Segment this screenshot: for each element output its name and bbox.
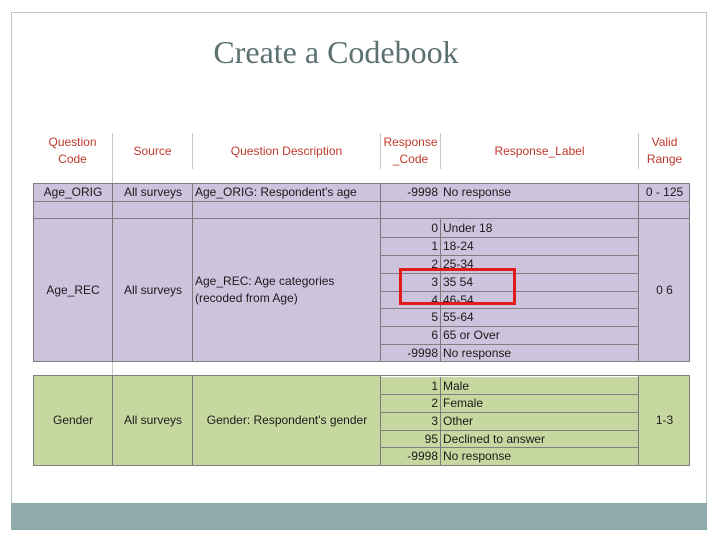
- grid-line: [440, 133, 441, 169]
- age-rec-label-6: 65 or Over: [441, 326, 639, 344]
- age-rec-code-6: 6: [381, 326, 441, 344]
- grid-line: [112, 133, 113, 169]
- gender-code-3: 95: [381, 430, 441, 447]
- age-rec-label-5: 55-64: [441, 308, 639, 326]
- grid-line: [192, 375, 193, 465]
- grid-line: [638, 183, 639, 361]
- grid-line: [638, 375, 639, 465]
- gender-label-4: No response: [441, 447, 639, 465]
- grid-line: [33, 183, 34, 361]
- gender-source: All surveys: [113, 375, 193, 465]
- grid-line: [381, 430, 639, 431]
- gender-label-3: Declined to answer: [441, 430, 639, 447]
- grid-line: [112, 183, 113, 361]
- age-rec-source: All surveys: [113, 219, 193, 361]
- header-question-description: Question Description: [230, 143, 343, 158]
- grid-line: [33, 375, 690, 376]
- grid-line: [112, 361, 113, 375]
- grid-line: [380, 183, 381, 361]
- highlight-box: [399, 268, 516, 305]
- grid-line: [112, 169, 113, 183]
- age-orig-valid-range: 0 - 125: [639, 183, 690, 201]
- grid-line: [33, 183, 690, 184]
- grid-line: [381, 308, 639, 309]
- gender-label-0: Male: [441, 377, 639, 394]
- age-orig-source: All surveys: [113, 183, 193, 201]
- age-orig-response-code: -9998: [381, 183, 441, 201]
- grid-line: [381, 394, 639, 395]
- gender-valid-range: 1-3: [639, 375, 690, 465]
- grid-line: [192, 183, 193, 361]
- grid-line: [192, 133, 193, 169]
- gender-code-1: 2: [381, 394, 441, 412]
- grid-line: [33, 375, 34, 465]
- grid-line: [33, 201, 690, 202]
- age-rec-code-7: -9998: [381, 344, 441, 361]
- grid-line: [381, 237, 639, 238]
- slide-title: Create a Codebook: [213, 34, 459, 70]
- age-rec-label-1: 18-24: [441, 237, 639, 255]
- header-response-label: Response_Label: [494, 143, 585, 158]
- gender-code-4: -9998: [381, 447, 441, 465]
- age-rec-label-0: Under 18: [441, 219, 639, 237]
- slide-footer-bar: [11, 503, 707, 530]
- age-rec-description: Age_REC: Age categories (recoded from Ag…: [193, 219, 381, 361]
- age-orig-question-code: Age_ORIG: [33, 183, 113, 201]
- gender-question-code: Gender: [33, 375, 113, 465]
- grid-line: [380, 375, 381, 465]
- gender-code-2: 3: [381, 412, 441, 430]
- header-valid-range: Valid Range: [646, 135, 683, 166]
- age-orig-spacer-row: [33, 201, 690, 218]
- grid-line: [33, 361, 690, 362]
- age-rec-label-7: No response: [441, 344, 639, 361]
- header-source: Source: [133, 143, 172, 158]
- header-question-code: Question Code: [48, 135, 97, 166]
- grid-line: [381, 326, 639, 327]
- gender-label-1: Female: [441, 394, 639, 412]
- grid-line: [689, 183, 690, 361]
- grid-line: [638, 133, 639, 169]
- age-orig-description: Age_ORIG: Respondent's age: [193, 183, 381, 201]
- age-rec-valid-range: 0 6: [639, 219, 690, 361]
- grid-line: [381, 412, 639, 413]
- age-rec-code-0: 0: [381, 219, 441, 237]
- grid-line: [381, 255, 639, 256]
- age-rec-code-1: 1: [381, 237, 441, 255]
- age-orig-response-label: No response: [441, 183, 639, 201]
- grid-line: [689, 375, 690, 465]
- grid-line: [112, 375, 113, 465]
- gender-label-2: Other: [441, 412, 639, 430]
- grid-line: [381, 344, 639, 345]
- grid-line: [381, 447, 639, 448]
- grid-line: [380, 133, 381, 169]
- header-response-code: Response _Code: [383, 135, 438, 166]
- grid-line: [33, 218, 690, 219]
- gender-description: Gender: Respondent's gender: [193, 375, 381, 465]
- age-rec-code-5: 5: [381, 308, 441, 326]
- grid-line: [33, 465, 690, 466]
- grid-line: [440, 377, 441, 465]
- age-rec-question-code: Age_REC: [33, 219, 113, 361]
- gender-code-0: 1: [381, 377, 441, 394]
